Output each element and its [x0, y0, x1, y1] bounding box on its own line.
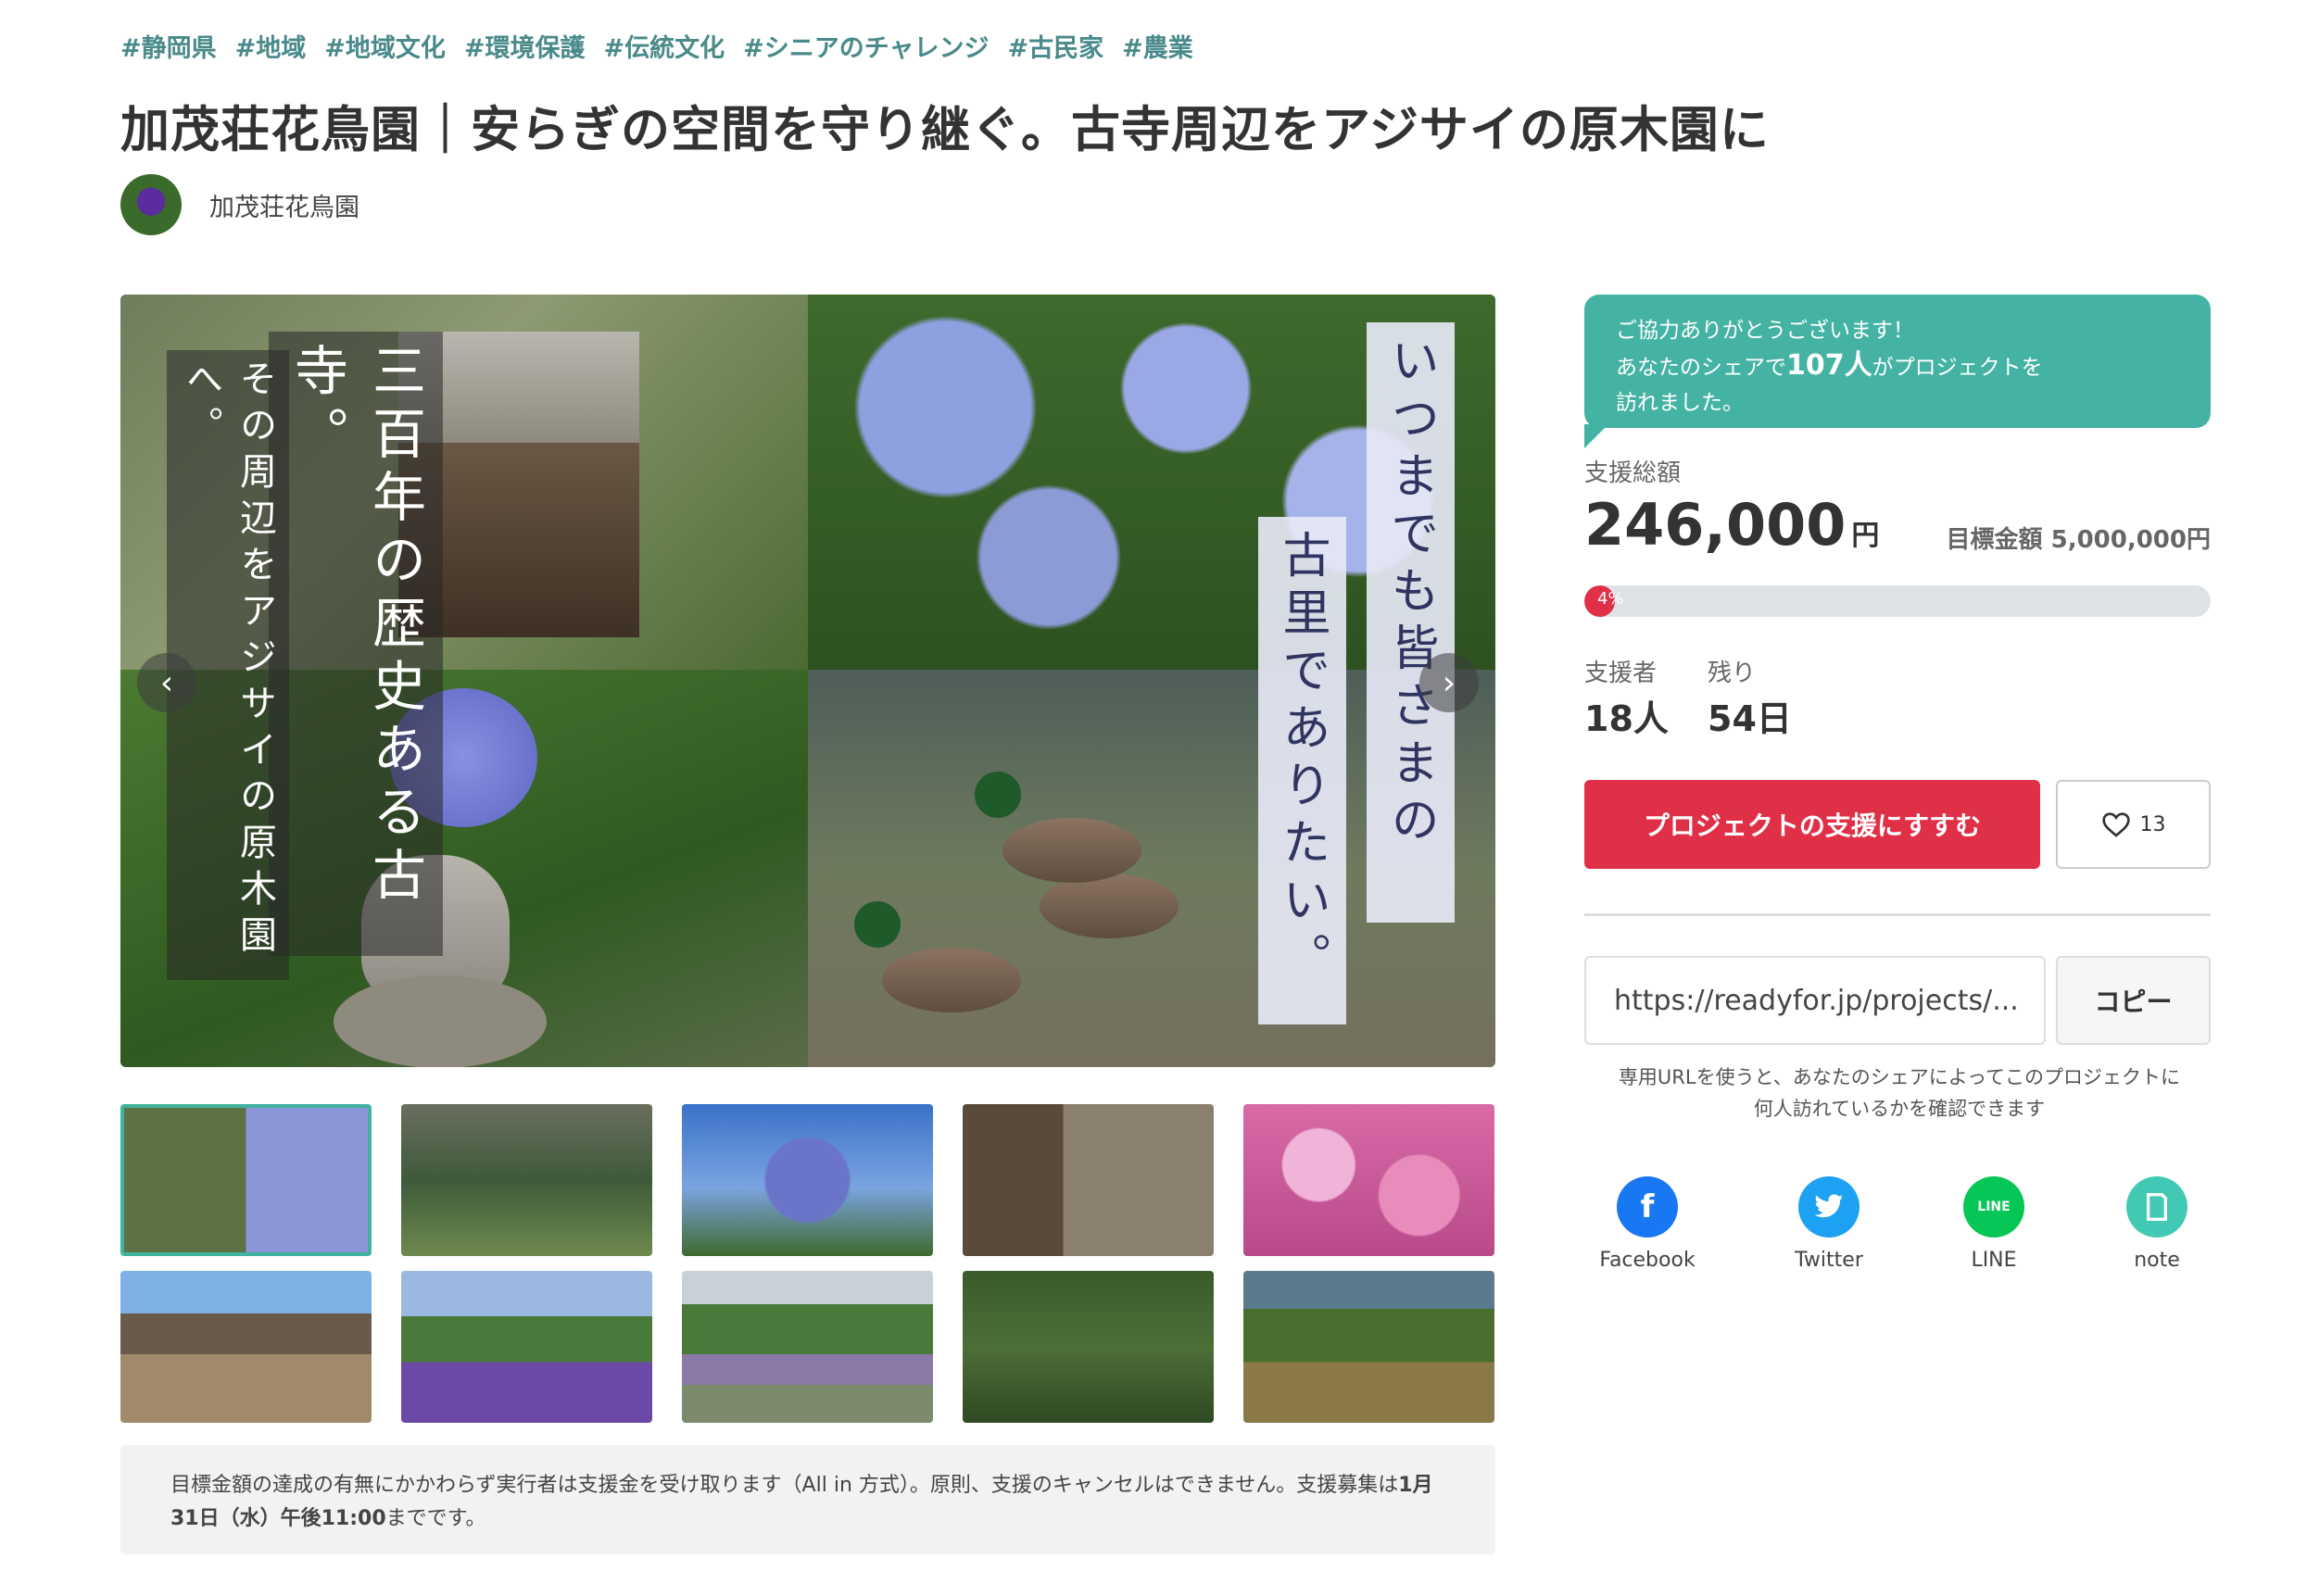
supporters-label: 支援者: [1584, 660, 1658, 687]
share-facebook[interactable]: f Facebook: [1592, 1176, 1703, 1272]
thumbnail[interactable]: [120, 1104, 372, 1256]
divider: [1584, 913, 2211, 916]
share-url-field[interactable]: [1584, 956, 2046, 1045]
heart-icon: [2101, 812, 2130, 837]
thumbnail[interactable]: [120, 1271, 372, 1423]
tag-list: #静岡県 #地域 #地域文化 #環境保護 #伝統文化 #シニアのチャレンジ #古…: [120, 28, 1193, 64]
carousel-prev-button[interactable]: ‹: [137, 653, 196, 712]
page-title: 加茂荘花鳥園｜安らぎの空間を守り継ぐ。古寺周辺をアジサイの原木園に: [120, 102, 1770, 158]
share-note[interactable]: note: [2101, 1176, 2212, 1272]
thumbnail-grid: [120, 1104, 1495, 1423]
thumbnail[interactable]: [682, 1271, 933, 1423]
progress-bar: 4%: [1584, 585, 2211, 617]
thumbnail[interactable]: [963, 1271, 1214, 1423]
tag-link[interactable]: #地域: [235, 28, 307, 64]
share-line[interactable]: LINE LINE: [1938, 1176, 2049, 1272]
total-amount: 246,000 円: [1584, 491, 1880, 559]
remaining-label: 残り: [1708, 660, 1757, 687]
remaining-days: 54日: [1708, 698, 1792, 739]
facebook-icon: f: [1617, 1176, 1678, 1238]
thumbnail[interactable]: [963, 1104, 1214, 1256]
tag-link[interactable]: #地域文化: [324, 28, 446, 64]
hero-caption-right-2: 古里でありたい。: [1258, 517, 1346, 1024]
progress-percent: 4%: [1597, 589, 1624, 609]
thumbnail[interactable]: [682, 1104, 933, 1256]
thumbnail[interactable]: [1243, 1271, 1494, 1423]
thumbnail[interactable]: [1243, 1104, 1494, 1256]
note-icon: [2126, 1176, 2187, 1238]
goal-amount: 目標金額 5,000,000円: [1946, 526, 2211, 554]
carousel-next-button[interactable]: ›: [1419, 653, 1479, 712]
tag-link[interactable]: #伝統文化: [604, 28, 725, 64]
owner-name[interactable]: 加茂荘花鳥園: [209, 187, 359, 223]
total-amount-label: 支援総額: [1584, 459, 1682, 487]
supporters-count: 18人: [1584, 698, 1669, 739]
favorite-button[interactable]: 13: [2056, 780, 2211, 869]
tag-link[interactable]: #古民家: [1007, 28, 1103, 64]
avatar[interactable]: [120, 174, 182, 235]
project-owner[interactable]: 加茂荘花鳥園: [120, 174, 359, 235]
share-url-note: 専用URLを使うと、あなたのシェアによってこのプロジェクトに何人訪れているかを確…: [1618, 1066, 2181, 1120]
share-twitter[interactable]: Twitter: [1773, 1176, 1885, 1272]
favorite-count: 13: [2139, 812, 2166, 836]
all-in-notice: 目標金額の達成の有無にかかわらず実行者は支援金を受け取ります（All in 方式…: [120, 1445, 1495, 1554]
thumbnail[interactable]: [401, 1104, 652, 1256]
hero-caption-right-1: いつまでも皆さまの: [1367, 322, 1455, 923]
share-thanks-balloon: ご協力ありがとうございます！ あなたのシェアで107人がプロジェクトを 訪れまし…: [1584, 295, 2211, 448]
tag-link[interactable]: #農業: [1122, 28, 1193, 64]
support-project-button[interactable]: プロジェクトの支援にすすむ: [1584, 780, 2040, 869]
line-icon: LINE: [1963, 1176, 2024, 1238]
tag-link[interactable]: #シニアのチャレンジ: [743, 28, 989, 64]
main-image-carousel[interactable]: 三百年の歴史ある古寺。 その周辺をアジサイの原木園へ。 いつまでも皆さまの 古里…: [120, 295, 1495, 1067]
thumbnail[interactable]: [401, 1271, 652, 1423]
hero-caption-main: 三百年の歴史ある古寺。: [269, 332, 443, 956]
tag-link[interactable]: #環境保護: [464, 28, 586, 64]
copy-button[interactable]: コピー: [2056, 956, 2211, 1045]
tag-link[interactable]: #静岡県: [120, 28, 217, 64]
twitter-icon: [1798, 1176, 1859, 1238]
